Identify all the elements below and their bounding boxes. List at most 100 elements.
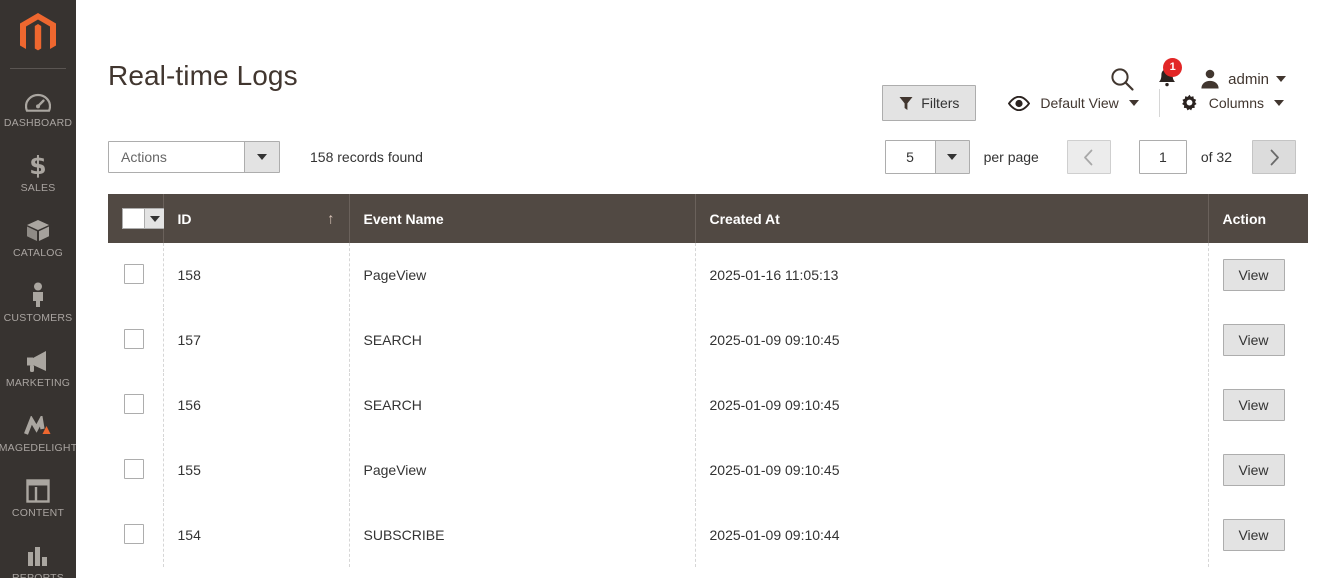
column-header-id[interactable]: ID ↑ xyxy=(163,194,350,243)
table-row[interactable]: 154 SUBSCRIBE 2025-01-09 09:10:44 View xyxy=(108,502,1308,568)
sidebar-item-label: MAGEDELIGHT xyxy=(0,441,76,454)
sidebar-item-label: CATALOG xyxy=(12,246,64,259)
person-icon xyxy=(29,282,47,308)
chevron-down-icon xyxy=(934,141,969,173)
view-selector[interactable]: Default View xyxy=(986,89,1158,117)
next-page-button[interactable] xyxy=(1252,140,1296,174)
bar-chart-icon xyxy=(26,542,50,568)
page-number-input[interactable] xyxy=(1138,140,1187,174)
column-header-label: Action xyxy=(1222,210,1267,227)
sidebar-item-dashboard[interactable]: DASHBOARD xyxy=(0,75,76,140)
magento-logo[interactable] xyxy=(0,0,76,68)
cell-action: View xyxy=(1208,503,1308,568)
cell-event-name: SEARCH xyxy=(349,307,696,373)
pagination: 5 per page of 32 xyxy=(884,140,1296,174)
per-page-value: 5 xyxy=(906,149,914,165)
box-icon xyxy=(25,217,51,243)
row-checkbox[interactable] xyxy=(124,458,144,479)
sidebar-item-reports[interactable]: REPORTS xyxy=(0,530,76,578)
table-header-row: ID ↑ Event Name Created At Action xyxy=(108,194,1308,243)
view-button[interactable]: View xyxy=(1222,324,1285,356)
table-row[interactable]: 156 SEARCH 2025-01-09 09:10:45 View xyxy=(108,372,1308,438)
page-header: Real-time Logs 1 admin xyxy=(76,0,1318,91)
cell-action: View xyxy=(1208,243,1308,308)
row-checkbox[interactable] xyxy=(124,263,144,284)
admin-label: admin xyxy=(1228,70,1269,88)
chevron-down-icon xyxy=(1274,100,1284,106)
chevron-right-icon xyxy=(1270,149,1279,165)
column-header-event-name[interactable]: Event Name xyxy=(349,194,696,243)
view-label: Default View xyxy=(1040,95,1119,111)
sidebar-item-customers[interactable]: CUSTOMERS xyxy=(0,270,76,335)
table-row[interactable]: 155 PageView 2025-01-09 09:10:45 View xyxy=(108,437,1308,503)
view-button[interactable]: View xyxy=(1222,454,1285,486)
column-header-action: Action xyxy=(1208,194,1308,243)
row-select-cell[interactable] xyxy=(108,243,164,308)
previous-page-button[interactable] xyxy=(1066,140,1111,174)
column-header-label: Event Name xyxy=(363,210,444,227)
row-select-cell[interactable] xyxy=(108,372,164,438)
records-found-text: 158 records found xyxy=(310,149,423,165)
row-select-cell[interactable] xyxy=(108,437,164,503)
total-pages-label: of 32 xyxy=(1200,149,1232,165)
cell-created-at: 2025-01-09 09:10:44 xyxy=(695,502,1209,568)
chevron-down-icon xyxy=(1276,76,1286,82)
cell-action: View xyxy=(1208,373,1308,438)
grid-controls-row: Actions 158 records found 5 per page 1 o… xyxy=(76,134,1318,180)
admin-sidebar: DASHBOARD $ SALES CATALOG CUSTOMERS MARK… xyxy=(0,0,76,578)
column-header-select[interactable] xyxy=(108,194,165,243)
sidebar-item-label: DASHBOARD xyxy=(3,116,73,129)
sidebar-item-label: REPORTS xyxy=(12,571,64,578)
actions-label: Actions xyxy=(121,149,167,165)
filters-button[interactable]: Filters xyxy=(882,85,977,121)
cell-id: 154 xyxy=(163,502,350,568)
magento-logo-icon xyxy=(20,12,56,50)
sidebar-item-label: CONTENT xyxy=(11,506,65,519)
sidebar-item-catalog[interactable]: CATALOG xyxy=(0,205,76,270)
sidebar-item-marketing[interactable]: MARKETING xyxy=(0,335,76,400)
row-select-cell[interactable] xyxy=(108,502,164,568)
magedelight-icon xyxy=(24,412,52,438)
column-header-label: Created At xyxy=(709,210,780,227)
cell-created-at: 2025-01-09 09:10:45 xyxy=(695,372,1209,438)
cell-event-name: SUBSCRIBE xyxy=(349,502,696,568)
admin-page: DASHBOARD $ SALES CATALOG CUSTOMERS MARK… xyxy=(0,0,1318,578)
cell-id: 155 xyxy=(163,437,350,503)
per-page-label: per page xyxy=(983,149,1039,165)
page-title: Real-time Logs xyxy=(108,60,298,91)
actions-dropdown[interactable]: Actions xyxy=(108,141,280,173)
funnel-icon xyxy=(899,96,913,110)
cell-action: View xyxy=(1208,308,1308,373)
select-all-dropdown[interactable] xyxy=(122,208,165,229)
chevron-down-icon xyxy=(244,142,279,172)
data-grid: ID ↑ Event Name Created At Action 158 Pa… xyxy=(108,194,1308,568)
table-row[interactable]: 157 SEARCH 2025-01-09 09:10:45 View xyxy=(108,307,1308,373)
svg-text:$: $ xyxy=(29,152,46,178)
cell-action: View xyxy=(1208,438,1308,503)
view-button[interactable]: View xyxy=(1222,389,1285,421)
view-button[interactable]: View xyxy=(1222,519,1285,551)
sidebar-item-sales[interactable]: $ SALES xyxy=(0,140,76,205)
chevron-down-icon xyxy=(1128,100,1139,106)
row-checkbox[interactable] xyxy=(124,393,144,414)
row-checkbox[interactable] xyxy=(124,328,144,349)
notification-badge: 1 xyxy=(1163,58,1183,77)
sidebar-divider xyxy=(10,68,66,69)
view-button[interactable]: View xyxy=(1222,259,1285,291)
select-all-checkbox[interactable] xyxy=(123,209,144,228)
cell-created-at: 2025-01-16 11:05:13 xyxy=(695,243,1209,308)
cell-id: 157 xyxy=(163,307,350,373)
column-header-created-at[interactable]: Created At xyxy=(695,194,1209,243)
sidebar-item-content[interactable]: CONTENT xyxy=(0,465,76,530)
columns-selector[interactable]: Columns xyxy=(1160,88,1296,119)
sidebar-item-label: CUSTOMERS xyxy=(3,311,73,324)
table-row[interactable]: 158 PageView 2025-01-16 11:05:13 View xyxy=(108,243,1308,308)
per-page-dropdown[interactable]: 5 xyxy=(884,140,970,174)
eye-icon xyxy=(1008,95,1031,111)
row-select-cell[interactable] xyxy=(108,307,164,373)
notifications-button[interactable]: 1 xyxy=(1155,58,1183,91)
sidebar-item-magedelight[interactable]: MAGEDELIGHT xyxy=(0,400,76,465)
cell-event-name: PageView xyxy=(349,437,696,503)
gear-icon xyxy=(1181,94,1197,110)
row-checkbox[interactable] xyxy=(124,523,144,544)
